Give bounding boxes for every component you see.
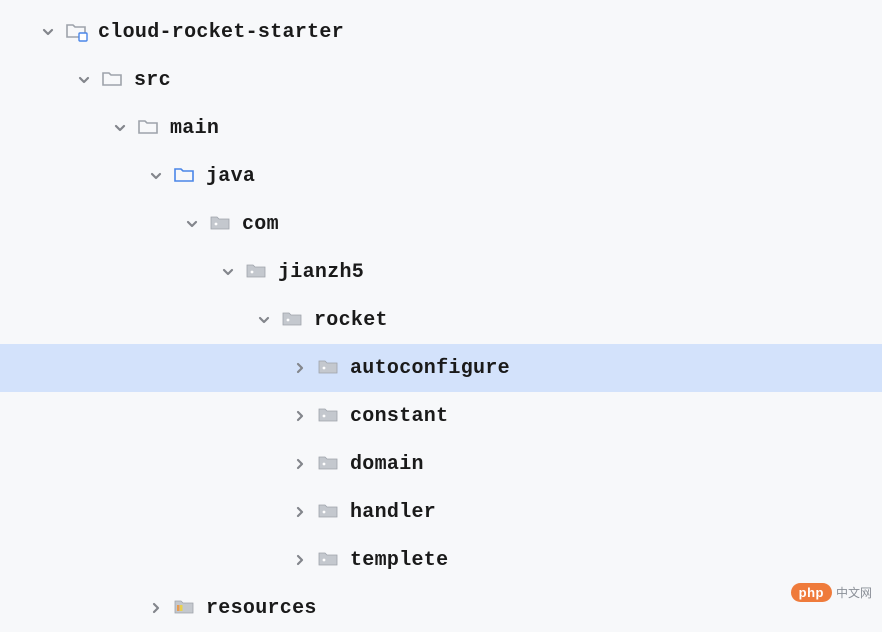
tree-item-autoconfigure[interactable]: autoconfigure [0,344,882,392]
chevron-down-icon[interactable] [36,20,60,44]
tree-item-label: resources [206,597,317,620]
package-folder-icon [316,355,342,381]
chevron-down-icon[interactable] [252,308,276,332]
package-folder-icon [316,403,342,429]
watermark: php 中文网 [791,583,872,602]
tree-item-label: templete [350,549,448,572]
tree-item-label: rocket [314,309,388,332]
chevron-right-icon[interactable] [288,404,312,428]
tree-item-resources[interactable]: resources [0,584,882,632]
folder-icon [136,115,162,141]
resources-folder-icon [172,595,198,621]
project-tree: cloud-rocket-starter src main java [0,0,882,632]
chevron-right-icon[interactable] [288,500,312,524]
chevron-down-icon[interactable] [72,68,96,92]
chevron-down-icon[interactable] [108,116,132,140]
watermark-badge: php [791,583,832,602]
tree-item-label: domain [350,453,424,476]
tree-item-templete[interactable]: templete [0,536,882,584]
chevron-right-icon[interactable] [144,596,168,620]
chevron-right-icon[interactable] [288,356,312,380]
chevron-right-icon[interactable] [288,548,312,572]
chevron-down-icon[interactable] [144,164,168,188]
package-folder-icon [316,451,342,477]
tree-item-label: java [206,165,255,188]
tree-item-jianzh5[interactable]: jianzh5 [0,248,882,296]
tree-item-label: main [170,117,219,140]
package-folder-icon [244,259,270,285]
chevron-right-icon[interactable] [288,452,312,476]
tree-item-com[interactable]: com [0,200,882,248]
tree-item-label: handler [350,501,436,524]
tree-item-domain[interactable]: domain [0,440,882,488]
tree-item-label: src [134,69,171,92]
tree-item-label: autoconfigure [350,357,510,380]
package-folder-icon [316,547,342,573]
chevron-down-icon[interactable] [180,212,204,236]
package-folder-icon [316,499,342,525]
tree-item-src[interactable]: src [0,56,882,104]
folder-icon [100,67,126,93]
tree-item-label: constant [350,405,448,428]
package-folder-icon [208,211,234,237]
package-folder-icon [280,307,306,333]
chevron-down-icon[interactable] [216,260,240,284]
watermark-text: 中文网 [836,584,872,601]
tree-item-label: cloud-rocket-starter [98,21,344,44]
module-folder-icon [64,19,90,45]
tree-item-label: com [242,213,279,236]
tree-item-java[interactable]: java [0,152,882,200]
tree-item-handler[interactable]: handler [0,488,882,536]
source-folder-icon [172,163,198,189]
tree-item-constant[interactable]: constant [0,392,882,440]
tree-item-label: jianzh5 [278,261,364,284]
tree-item-rocket[interactable]: rocket [0,296,882,344]
tree-item-main[interactable]: main [0,104,882,152]
tree-item-root[interactable]: cloud-rocket-starter [0,8,882,56]
